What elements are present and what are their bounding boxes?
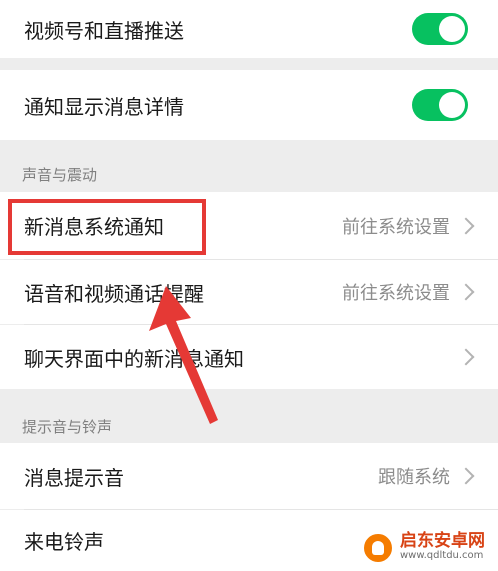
notification-details-right — [412, 89, 478, 121]
chevron-right-icon — [457, 348, 475, 366]
chevron-right-icon — [457, 467, 475, 485]
channels-push-label: 视频号和直播推送 — [24, 18, 184, 43]
watermark-logo-icon — [362, 531, 394, 564]
toggle-knob — [439, 92, 465, 118]
channels-push-right — [412, 13, 478, 45]
follow-system-value: 跟随系统 — [378, 467, 450, 488]
go-to-system-settings-value: 前往系统设置 — [342, 216, 450, 238]
highlight-box — [8, 199, 206, 255]
chevron-right-icon — [457, 283, 475, 301]
section-header-sound-vibration: 声音与震动 — [22, 166, 98, 184]
watermark-url: www.qdltdu.com — [400, 550, 484, 562]
in-chat-new-message-notification-label: 聊天界面中的新消息通知 — [24, 346, 244, 371]
channels-push-toggle[interactable] — [412, 13, 468, 45]
new-message-system-notification-right: 前往系统设置 — [342, 213, 478, 239]
in-chat-new-message-notification-row[interactable]: 聊天界面中的新消息通知 — [0, 325, 498, 389]
watermark-title: 启东安卓网 — [400, 531, 485, 552]
message-tone-label: 消息提示音 — [24, 465, 124, 490]
site-watermark: 启东安卓网 www.qdltdu.com — [362, 524, 498, 571]
section-header-tones-ringtones: 提示音与铃声 — [22, 418, 113, 436]
channels-push-row[interactable]: 视频号和直播推送 — [0, 0, 498, 58]
voice-video-call-reminder-row[interactable]: 语音和视频通话提醒 前往系统设置 — [0, 260, 498, 324]
voice-video-call-reminder-label: 语音和视频通话提醒 — [24, 281, 204, 306]
chevron-right-icon — [457, 217, 475, 234]
message-tone-right: 跟随系统 — [378, 463, 478, 489]
notification-details-row[interactable]: 通知显示消息详情 — [0, 70, 498, 140]
message-tone-row[interactable]: 消息提示音 跟随系统 — [0, 443, 498, 509]
toggle-knob — [439, 16, 465, 42]
watermark-text: 启东安卓网 www.qdltdu.com — [400, 531, 485, 562]
in-chat-new-message-notification-right — [457, 348, 478, 366]
notification-settings-screen: 视频号和直播推送 通知显示消息详情 声音与震动 新消息系统通知 前往系统设置 语… — [0, 0, 498, 571]
notification-details-label: 通知显示消息详情 — [24, 94, 184, 119]
go-to-system-settings-value: 前往系统设置 — [342, 283, 450, 304]
voice-video-call-reminder-right: 前往系统设置 — [342, 279, 478, 305]
notification-details-toggle[interactable] — [412, 89, 468, 121]
incoming-call-ringtone-label: 来电铃声 — [24, 530, 104, 554]
